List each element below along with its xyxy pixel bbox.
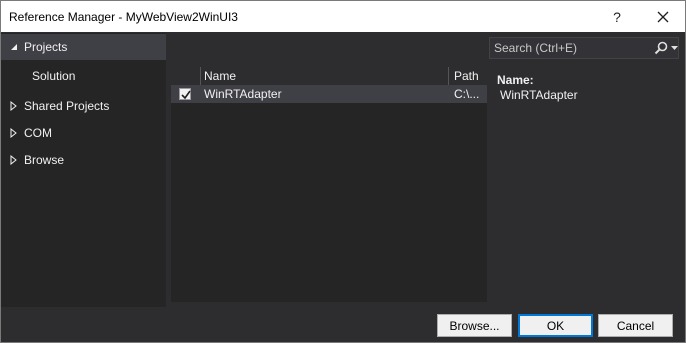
reference-list[interactable]: Name Path WinRTAdapter C:\... xyxy=(171,67,487,302)
checkmark-icon xyxy=(181,90,191,100)
collapsed-arrow-icon xyxy=(9,101,19,111)
cell-name: WinRTAdapter xyxy=(204,87,282,101)
cell-path: C:\... xyxy=(454,87,480,101)
reference-checkbox[interactable] xyxy=(179,88,191,100)
help-button[interactable]: ? xyxy=(595,1,639,32)
column-divider[interactable] xyxy=(448,67,449,85)
browse-button[interactable]: Browse... xyxy=(437,314,512,337)
close-button[interactable] xyxy=(641,1,685,32)
dialog-footer: Browse... OK Cancel xyxy=(1,307,685,342)
list-toolbar-area xyxy=(166,33,489,66)
search-input[interactable] xyxy=(494,40,644,56)
nav-item-browse[interactable]: Browse xyxy=(1,147,166,173)
column-header-path[interactable]: Path xyxy=(454,69,479,83)
detail-name-key: Name: xyxy=(497,73,534,87)
ok-button[interactable]: OK xyxy=(518,314,593,337)
title-bar: Reference Manager - MyWebView2WinUI3 ? xyxy=(1,1,685,32)
close-icon xyxy=(657,11,669,22)
collapsed-arrow-icon xyxy=(9,155,19,165)
nav-item-solution[interactable]: Solution xyxy=(1,63,166,89)
nav-item-label: Browse xyxy=(24,153,65,167)
nav-item-label: COM xyxy=(24,126,52,140)
list-header: Name Path xyxy=(171,67,487,86)
category-nav: Projects Solution Shared Projects COM Br… xyxy=(1,33,166,307)
nav-item-label: Solution xyxy=(32,69,76,83)
table-row[interactable]: WinRTAdapter C:\... xyxy=(171,86,487,103)
dropdown-arrow-icon[interactable] xyxy=(671,46,678,50)
search-icon[interactable] xyxy=(654,41,668,55)
search-box[interactable] xyxy=(489,37,679,59)
cancel-button[interactable]: Cancel xyxy=(598,314,673,337)
nav-item-shared-projects[interactable]: Shared Projects xyxy=(1,93,166,119)
details-pane: Name: WinRTAdapter xyxy=(497,73,578,102)
detail-name-value: WinRTAdapter xyxy=(500,88,578,102)
nav-item-projects[interactable]: Projects xyxy=(1,34,166,60)
nav-item-com[interactable]: COM xyxy=(1,120,166,146)
expanded-arrow-icon xyxy=(9,42,19,52)
reference-manager-dialog: Reference Manager - MyWebView2WinUI3 ? P… xyxy=(0,0,686,343)
nav-item-label: Shared Projects xyxy=(24,99,110,113)
collapsed-arrow-icon xyxy=(9,128,19,138)
window-title: Reference Manager - MyWebView2WinUI3 xyxy=(9,10,238,24)
column-divider[interactable] xyxy=(200,67,201,85)
column-header-name[interactable]: Name xyxy=(204,69,236,83)
nav-item-label: Projects xyxy=(24,40,68,54)
